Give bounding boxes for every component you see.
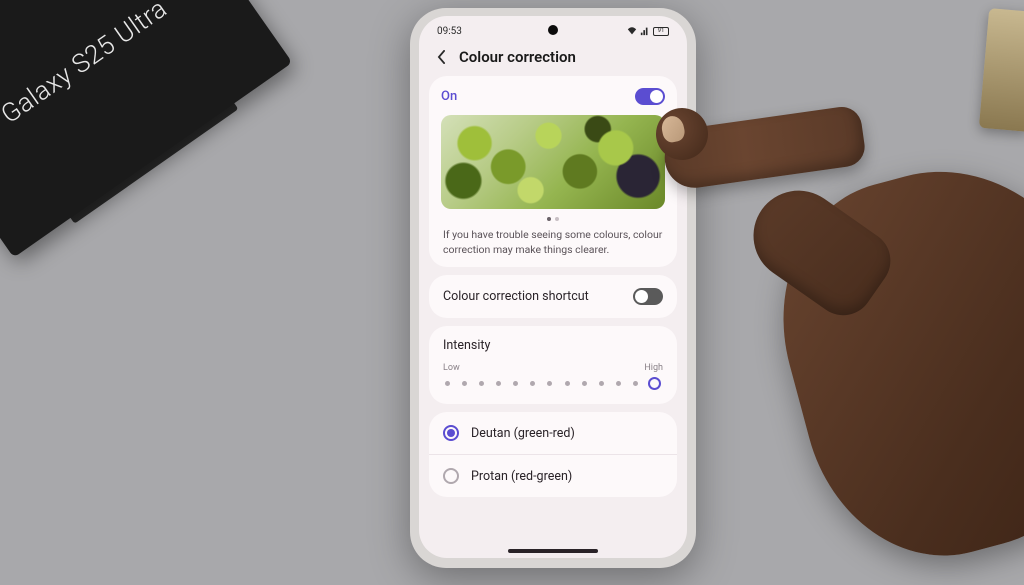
battery-icon: 91 bbox=[653, 27, 669, 36]
master-toggle-label: On bbox=[441, 89, 457, 104]
description-text: If you have trouble seeing some colours,… bbox=[441, 227, 665, 257]
radio-selected-icon bbox=[443, 425, 459, 441]
dot-1[interactable] bbox=[547, 217, 551, 221]
slider-tick bbox=[547, 381, 552, 386]
page-header: Colour correction bbox=[419, 42, 687, 76]
option-label: Deutan (green-red) bbox=[471, 426, 575, 441]
product-box: Galaxy S25 Ultra bbox=[0, 0, 292, 258]
correction-mode-list: Deutan (green-red) Protan (red-green) bbox=[429, 412, 677, 497]
page-title: Colour correction bbox=[459, 48, 576, 66]
phone-screen: 09:53 91 Colour correction On bbox=[419, 16, 687, 558]
slider-tick bbox=[582, 381, 587, 386]
status-icons: 91 bbox=[627, 26, 669, 36]
master-toggle-row[interactable]: On bbox=[441, 88, 665, 105]
phone-device: 09:53 91 Colour correction On bbox=[410, 8, 696, 568]
hand bbox=[644, 60, 1024, 580]
slider-tick bbox=[445, 381, 450, 386]
slider-tick bbox=[616, 381, 621, 386]
wifi-icon bbox=[627, 26, 637, 36]
slider-tick bbox=[462, 381, 467, 386]
carousel-dots bbox=[441, 217, 665, 221]
slider-tick bbox=[496, 381, 501, 386]
option-deutan[interactable]: Deutan (green-red) bbox=[429, 412, 677, 455]
intensity-low-label: Low bbox=[443, 363, 460, 373]
back-button[interactable] bbox=[433, 49, 449, 65]
product-box-label: Galaxy S25 Ultra bbox=[0, 0, 173, 130]
status-time: 09:53 bbox=[437, 26, 462, 37]
preview-image[interactable] bbox=[441, 115, 665, 209]
option-label: Protan (red-green) bbox=[471, 469, 572, 484]
slider-tick bbox=[633, 381, 638, 386]
desk-object bbox=[979, 8, 1024, 132]
master-toggle[interactable] bbox=[635, 88, 665, 105]
slider-tick bbox=[530, 381, 535, 386]
toggle-knob bbox=[635, 290, 648, 303]
option-protan[interactable]: Protan (red-green) bbox=[429, 455, 677, 497]
intensity-slider[interactable] bbox=[443, 377, 663, 390]
intensity-card: Intensity Low High bbox=[429, 326, 677, 404]
signal-icon bbox=[640, 26, 650, 36]
camera-cutout bbox=[548, 25, 558, 35]
intensity-title: Intensity bbox=[443, 338, 663, 353]
slider-tick bbox=[599, 381, 604, 386]
shortcut-label: Colour correction shortcut bbox=[443, 289, 589, 304]
slider-tick bbox=[513, 381, 518, 386]
intensity-high-label: High bbox=[644, 363, 663, 373]
main-card: On If you have trouble seeing some colou… bbox=[429, 76, 677, 267]
shortcut-row[interactable]: Colour correction shortcut bbox=[429, 275, 677, 318]
shortcut-toggle[interactable] bbox=[633, 288, 663, 305]
dot-2[interactable] bbox=[555, 217, 559, 221]
slider-tick bbox=[479, 381, 484, 386]
gesture-bar[interactable] bbox=[508, 549, 598, 553]
toggle-knob bbox=[650, 90, 663, 103]
intensity-range-labels: Low High bbox=[443, 363, 663, 373]
chevron-left-icon bbox=[437, 50, 446, 64]
radio-unselected-icon bbox=[443, 468, 459, 484]
slider-thumb[interactable] bbox=[648, 377, 661, 390]
slider-tick bbox=[565, 381, 570, 386]
